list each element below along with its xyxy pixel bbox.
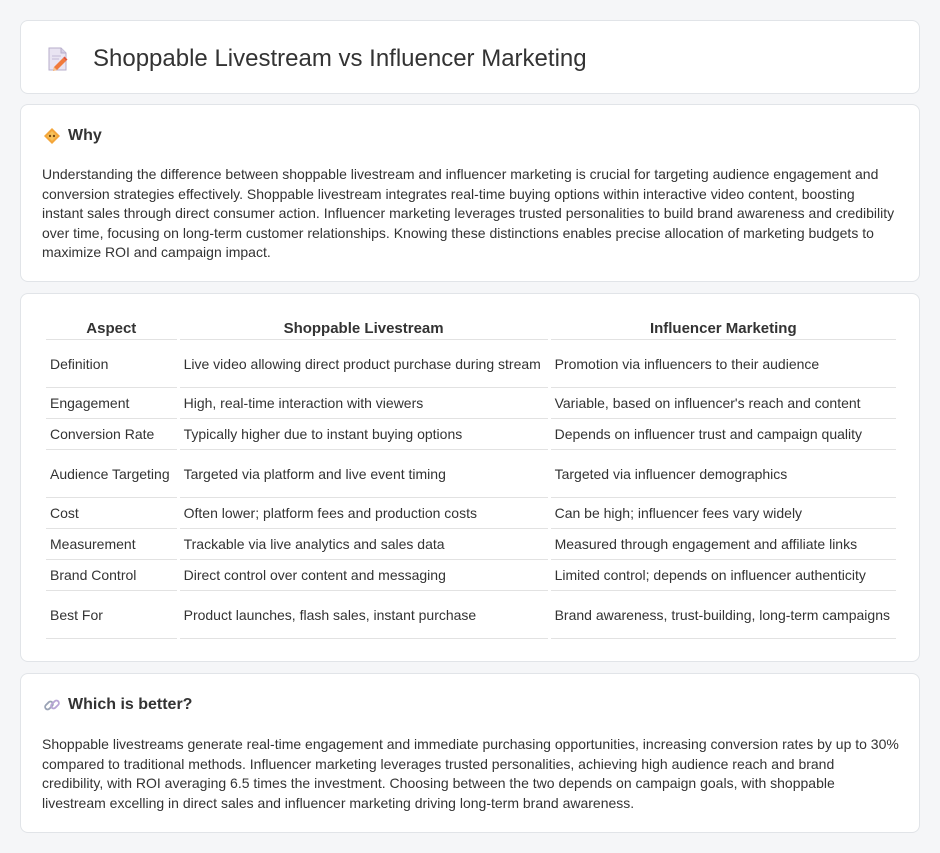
title-row: Shoppable Livestream vs Influencer Marke… <box>47 45 587 73</box>
row-aspect: Definition <box>46 340 177 388</box>
which-better-section: Which is better? Shoppable livestreams g… <box>20 673 920 833</box>
header-shoppable-livestream: Shoppable Livestream <box>179 314 548 340</box>
row-livestream-value: Product launches, flash sales, instant p… <box>179 591 548 639</box>
why-title: Why <box>68 127 102 144</box>
table-row: Brand Control Direct control over conten… <box>46 560 896 591</box>
document-pencil-icon <box>48 47 68 71</box>
row-aspect: Brand Control <box>46 560 177 591</box>
row-aspect: Cost <box>46 498 177 529</box>
which-better-title: Which is better? <box>68 696 193 713</box>
which-better-text: Shoppable livestreams generate real-time… <box>42 736 899 811</box>
table-row: Cost Often lower; platform fees and prod… <box>46 498 896 529</box>
row-influencer-value: Targeted via influencer demographics <box>550 450 896 498</box>
row-livestream-value: Often lower; platform fees and productio… <box>179 498 548 529</box>
table-row: Measurement Trackable via live analytics… <box>46 529 896 560</box>
row-influencer-value: Depends on influencer trust and campaign… <box>550 419 896 450</box>
title-card: Shoppable Livestream vs Influencer Marke… <box>20 20 920 94</box>
why-header: Why <box>43 127 102 145</box>
page-title: Shoppable Livestream vs Influencer Marke… <box>93 45 587 72</box>
diamond-icon <box>44 128 60 144</box>
comparison-card: Aspect Shoppable Livestream Influencer M… <box>20 293 920 662</box>
comparison-table: Aspect Shoppable Livestream Influencer M… <box>43 314 899 639</box>
row-influencer-value: Brand awareness, trust-building, long-te… <box>550 591 896 639</box>
row-influencer-value: Measured through engagement and affiliat… <box>550 529 896 560</box>
which-better-header: Which is better? <box>43 696 192 714</box>
row-influencer-value: Variable, based on influencer's reach an… <box>550 388 896 419</box>
table-row: Definition Live video allowing direct pr… <box>46 340 896 388</box>
row-livestream-value: Trackable via live analytics and sales d… <box>179 529 548 560</box>
row-influencer-value: Promotion via influencers to their audie… <box>550 340 896 388</box>
row-influencer-value: Can be high; influencer fees vary widely <box>550 498 896 529</box>
table-row: Best For Product launches, flash sales, … <box>46 591 896 639</box>
table-row: Audience Targeting Targeted via platform… <box>46 450 896 498</box>
row-livestream-value: Targeted via platform and live event tim… <box>179 450 548 498</box>
link-icon <box>44 699 60 711</box>
why-text: Understanding the difference between sho… <box>42 166 895 261</box>
row-influencer-value: Limited control; depends on influencer a… <box>550 560 896 591</box>
table-row: Engagement High, real-time interaction w… <box>46 388 896 419</box>
header-influencer-marketing: Influencer Marketing <box>550 314 896 340</box>
row-livestream-value: Live video allowing direct product purch… <box>179 340 548 388</box>
row-aspect: Conversion Rate <box>46 419 177 450</box>
row-aspect: Measurement <box>46 529 177 560</box>
row-aspect: Audience Targeting <box>46 450 177 498</box>
table-row: Conversion Rate Typically higher due to … <box>46 419 896 450</box>
row-aspect: Best For <box>46 591 177 639</box>
row-livestream-value: Typically higher due to instant buying o… <box>179 419 548 450</box>
why-section: Why Understanding the difference between… <box>20 104 920 282</box>
row-livestream-value: High, real-time interaction with viewers <box>179 388 548 419</box>
header-aspect: Aspect <box>46 314 177 340</box>
row-livestream-value: Direct control over content and messagin… <box>179 560 548 591</box>
row-aspect: Engagement <box>46 388 177 419</box>
table-header-row: Aspect Shoppable Livestream Influencer M… <box>46 314 896 340</box>
